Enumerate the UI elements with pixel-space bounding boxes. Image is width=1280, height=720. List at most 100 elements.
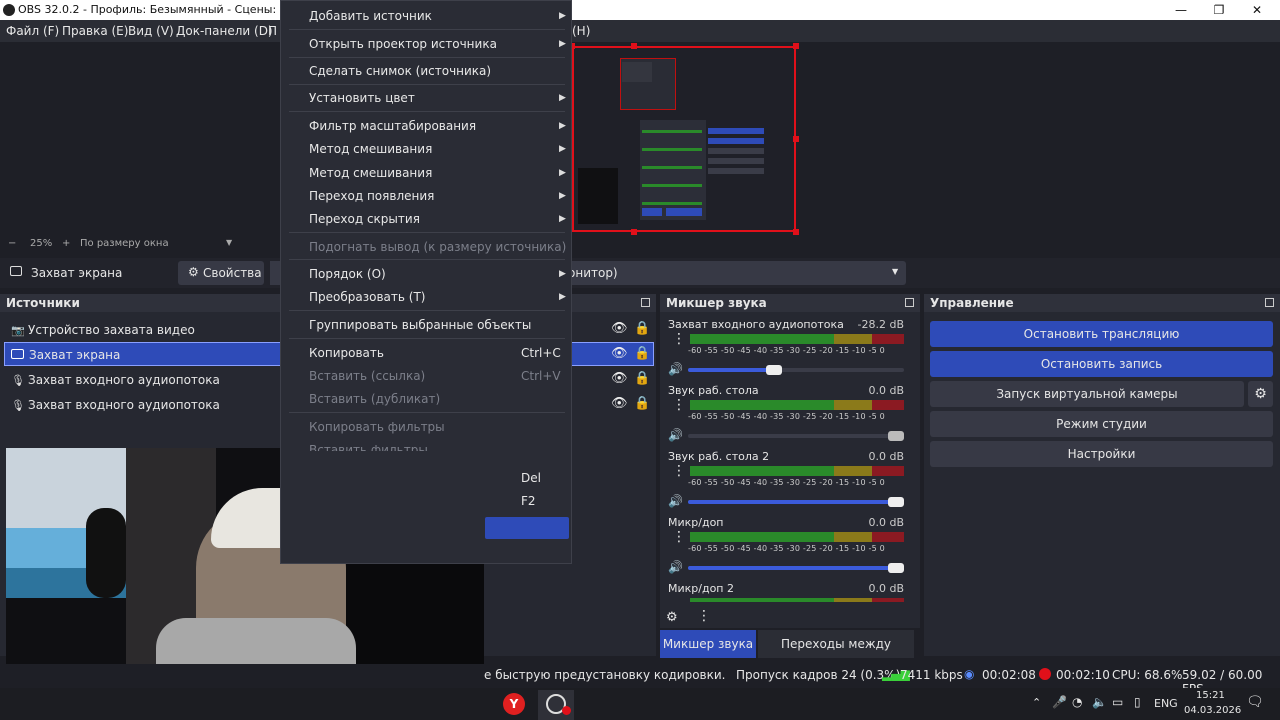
menu-item-order[interactable]: Порядок (O) bbox=[309, 267, 386, 281]
stop-record-button[interactable]: Остановить запись bbox=[930, 351, 1273, 377]
menu-item-scale-filter[interactable]: Фильтр масштабирования bbox=[309, 119, 476, 133]
eye-icon[interactable]: 👁 bbox=[611, 396, 628, 411]
menu-item-highlighted[interactable] bbox=[485, 517, 569, 539]
menu-item-blend-method-2[interactable]: Метод смешивания bbox=[309, 166, 432, 180]
clock-date[interactable]: 04.03.2026 bbox=[1184, 705, 1241, 716]
resize-handle[interactable] bbox=[793, 229, 799, 235]
display-select[interactable]: онитор) ▼ bbox=[560, 261, 906, 285]
undock-icon[interactable] bbox=[1265, 298, 1274, 307]
lock-icon[interactable]: 🔒 bbox=[634, 346, 650, 361]
menu-item-transform[interactable]: Преобразовать (T) bbox=[309, 290, 425, 304]
menu-item-set-color[interactable]: Установить цвет bbox=[309, 91, 415, 105]
menu-item-paste-duplicate: Вставить (дубликат) bbox=[309, 392, 441, 406]
filters-button[interactable] bbox=[270, 261, 280, 285]
selected-source-name: Захват экрана bbox=[31, 266, 123, 280]
battery-icon[interactable]: ▯ bbox=[1134, 695, 1141, 709]
volume-slider[interactable] bbox=[688, 365, 904, 375]
speaker-icon[interactable]: 🔊 bbox=[668, 560, 683, 574]
more-options-icon[interactable]: ⋮ bbox=[672, 464, 686, 478]
tab-audio-mixer[interactable]: Микшер звука bbox=[660, 630, 756, 658]
chevron-down-icon: ▼ bbox=[892, 267, 899, 276]
wifi-icon[interactable]: ◔ bbox=[1072, 695, 1082, 709]
menu-item-open-projector[interactable]: Открыть проектор источника bbox=[309, 37, 497, 51]
resize-handle[interactable] bbox=[631, 43, 637, 49]
source-label: Захват экрана bbox=[29, 348, 121, 362]
eye-icon[interactable]: 👁 bbox=[611, 371, 628, 386]
mixer-channel: Микр/доп 0.0 dB ⋮ -60 -55 -50 -45 -40 -3… bbox=[664, 516, 908, 580]
close-button[interactable]: ✕ bbox=[1238, 0, 1276, 20]
menu-view[interactable]: Вид (V) bbox=[128, 24, 174, 38]
menu-item-group-selected[interactable]: Группировать выбранные объекты bbox=[309, 318, 531, 332]
eye-icon[interactable]: 👁 bbox=[611, 321, 628, 336]
lock-icon[interactable]: 🔒 bbox=[634, 371, 650, 386]
menu-item-copy[interactable]: Копировать bbox=[309, 346, 384, 360]
minimize-button[interactable]: — bbox=[1162, 0, 1200, 20]
chevron-up-icon[interactable]: ⌃ bbox=[1032, 696, 1041, 709]
menu-item-screenshot[interactable]: Сделать снимок (источника) bbox=[309, 64, 491, 78]
volume-slider[interactable] bbox=[688, 431, 904, 441]
menu-bar: Файл (F) Правка (E) Вид (V) Док-панели (… bbox=[0, 20, 1280, 42]
studio-mode-button[interactable]: Режим студии bbox=[930, 411, 1273, 437]
notifications-icon[interactable]: 🗨 bbox=[1246, 694, 1264, 710]
language-indicator[interactable]: ENG bbox=[1154, 697, 1178, 710]
volume-slider[interactable] bbox=[688, 497, 904, 507]
menu-docks[interactable]: Док-панели (D) bbox=[176, 24, 273, 38]
lock-icon[interactable]: 🔒 bbox=[634, 396, 650, 411]
source-item[interactable]: 🎙 Захват входного аудиопотока bbox=[4, 368, 278, 392]
preview-canvas[interactable] bbox=[572, 46, 796, 232]
stream-icon: ◉ bbox=[964, 667, 975, 681]
menu-item-add-source[interactable]: Добавить источник bbox=[309, 9, 432, 23]
chevron-down-icon[interactable]: ▼ bbox=[226, 238, 232, 247]
menu-item-show-transition[interactable]: Переход появления bbox=[309, 189, 434, 203]
settings-button[interactable]: Настройки bbox=[930, 441, 1273, 467]
network-icon[interactable]: ▭ bbox=[1112, 695, 1123, 709]
menu-edit[interactable]: Правка (E) bbox=[62, 24, 128, 38]
yandex-browser-icon[interactable]: Y bbox=[503, 693, 525, 715]
monitor-icon bbox=[10, 266, 22, 276]
resize-handle[interactable] bbox=[631, 229, 637, 235]
speaker-icon[interactable]: 🔊 bbox=[668, 494, 683, 508]
stop-stream-button[interactable]: Остановить трансляцию bbox=[930, 321, 1273, 347]
monitor-icon bbox=[11, 349, 24, 359]
lock-icon[interactable]: 🔒 bbox=[634, 321, 650, 336]
status-message: е быструю предустановку кодировки. bbox=[484, 668, 726, 682]
more-options-icon[interactable]: ⋮ bbox=[672, 332, 686, 346]
menu-item-paste-filters: Вставить фильтры bbox=[309, 443, 428, 451]
zoom-mode[interactable]: По размеру окна bbox=[80, 238, 169, 249]
speaker-icon[interactable]: 🔊 bbox=[668, 362, 683, 376]
microphone-tray-icon[interactable]: 🎤 bbox=[1052, 695, 1067, 709]
more-options-icon[interactable]: ⋮ bbox=[697, 608, 711, 624]
maximize-button[interactable]: ❐ bbox=[1200, 0, 1238, 20]
virtual-camera-settings-gear-icon[interactable]: ⚙ bbox=[1248, 381, 1273, 407]
virtual-camera-button[interactable]: Запуск виртуальной камеры bbox=[930, 381, 1244, 407]
zoom-bar: − 25% + По размеру окна ▼ bbox=[0, 236, 280, 252]
menu-file[interactable]: Файл (F) bbox=[6, 24, 59, 38]
menu-help-partial[interactable]: (H) bbox=[572, 24, 590, 38]
more-options-icon[interactable]: ⋮ bbox=[672, 398, 686, 412]
undock-icon[interactable] bbox=[905, 298, 914, 307]
source-item[interactable]: 📷 Устройство захвата видео bbox=[4, 318, 278, 342]
mixer-dock-header: Микшер звука bbox=[660, 294, 920, 312]
undock-icon[interactable] bbox=[641, 298, 650, 307]
obs-taskbar-button[interactable] bbox=[538, 690, 574, 720]
volume-tray-icon[interactable]: 🔈 bbox=[1092, 695, 1107, 709]
submenu-arrow-icon: ▶ bbox=[559, 191, 566, 201]
menu-item-blend-method[interactable]: Метод смешивания bbox=[309, 142, 432, 156]
resize-handle[interactable] bbox=[793, 43, 799, 49]
source-item[interactable]: 🎙 Захват входного аудиопотока bbox=[4, 393, 278, 417]
shortcut-delete: Del bbox=[521, 471, 541, 485]
eye-icon[interactable]: 👁 bbox=[611, 346, 628, 361]
speaker-icon[interactable]: 🔊 bbox=[668, 428, 683, 442]
tab-scene-transitions[interactable]: Переходы между сценами bbox=[758, 630, 914, 679]
zoom-in-button[interactable]: + bbox=[62, 238, 70, 249]
mixer-settings-icon[interactable]: ⚙ bbox=[666, 610, 678, 625]
zoom-out-button[interactable]: − bbox=[8, 238, 16, 249]
properties-button[interactable]: ⚙ Свойства bbox=[178, 261, 264, 285]
menu-profile-partial[interactable]: П bbox=[268, 24, 277, 38]
menu-item-hide-transition[interactable]: Переход скрытия bbox=[309, 212, 420, 226]
more-options-icon[interactable]: ⋮ bbox=[672, 530, 686, 544]
volume-slider[interactable] bbox=[688, 563, 904, 573]
clock-time[interactable]: 15:21 bbox=[1196, 690, 1225, 701]
volume-meter bbox=[690, 400, 904, 410]
resize-handle[interactable] bbox=[793, 136, 799, 142]
